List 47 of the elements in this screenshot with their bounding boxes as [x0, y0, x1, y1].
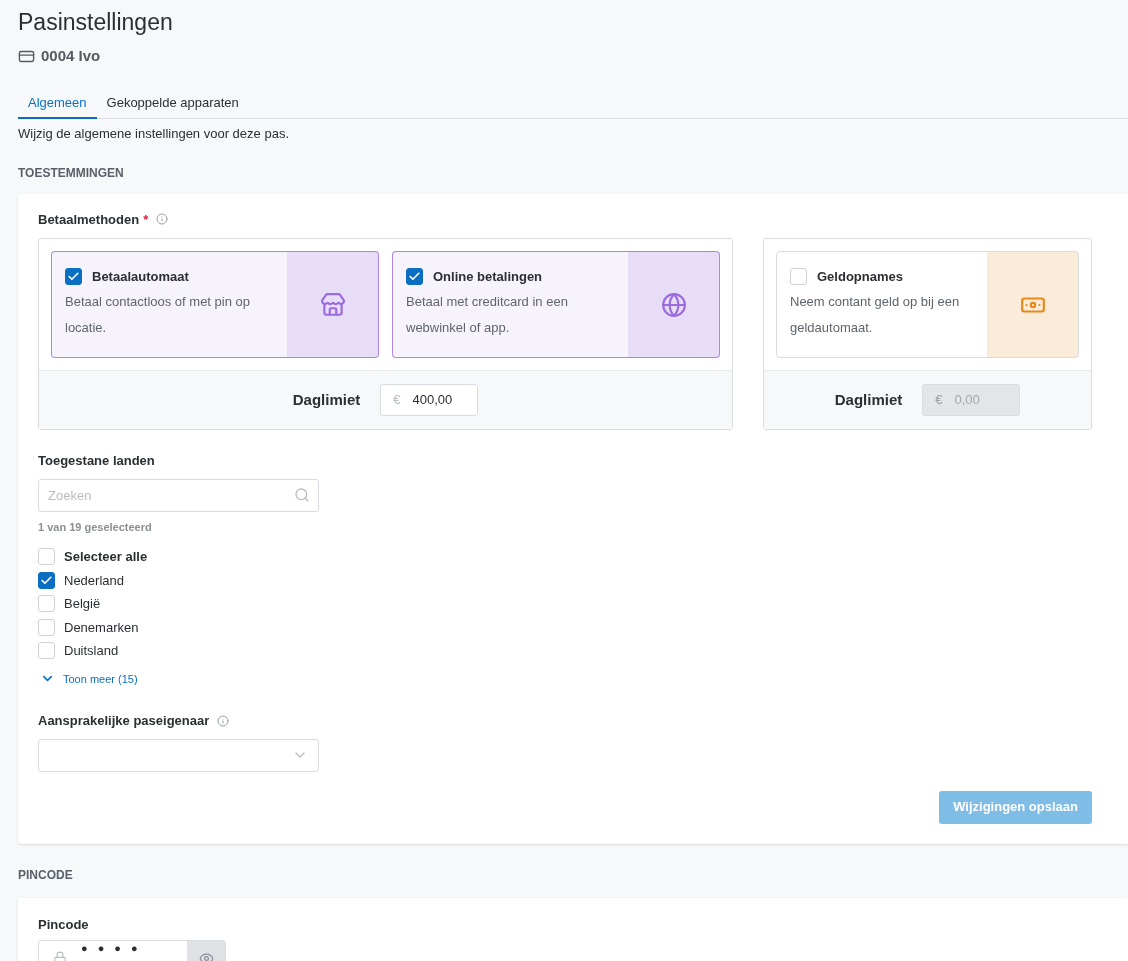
required-mark: *	[143, 210, 149, 229]
select-all-label: Selecteer alle	[64, 548, 148, 566]
checkbox[interactable]	[406, 268, 423, 286]
field-label: Pincode	[38, 915, 90, 934]
search-icon	[294, 486, 310, 503]
method-description: Betaal contactloos of met pin op locatie.	[65, 292, 251, 337]
show-more-link[interactable]: Toon meer (15)	[40, 670, 138, 687]
limit-value: 400,00	[412, 391, 453, 410]
pincode-value: ●●●●	[80, 943, 149, 954]
method-title: Online betalingen	[433, 268, 543, 286]
owner-select[interactable]	[38, 738, 319, 772]
limit-label: Daglimiet	[292, 389, 361, 410]
info-icon	[217, 714, 230, 727]
method-title: Geldopnames	[817, 268, 903, 286]
field-label: Betaalmethoden	[38, 210, 140, 229]
intro-text: Wijzig de algemene instellingen voor deze pas.	[18, 125, 290, 143]
country-label: Duitsland	[64, 642, 119, 660]
payment-method-card[interactable]: Online betalingen Betaal met creditcard in een webwinkel of app.	[392, 251, 720, 358]
info-icon	[156, 213, 169, 226]
tab[interactable]: Gekoppelde apparaten	[96, 87, 249, 119]
checkbox[interactable]	[65, 268, 82, 286]
limit-value: 0,00	[954, 391, 980, 410]
checkbox[interactable]	[38, 571, 55, 589]
country-label: België	[64, 595, 101, 613]
method-description: Neem contant geld op bij een geldautomaat.	[790, 292, 961, 337]
limit-field[interactable]: € 400,00	[380, 384, 479, 416]
currency-symbol: €	[935, 391, 943, 410]
pincode-field[interactable]: ●●●●	[38, 940, 226, 961]
lock-icon	[53, 951, 67, 961]
selection-count: 1 van 19 geselecteerd	[38, 519, 153, 535]
tab[interactable]: Algemeen	[18, 87, 97, 119]
eye-icon	[198, 950, 214, 961]
method-title: Betaalautomaat	[92, 268, 189, 286]
payment-method-card[interactable]: Betaalautomaat Betaal contactloos of met pin op locatie.	[51, 251, 379, 358]
section-heading: PINCODE	[18, 866, 74, 884]
country-label: Nederland	[64, 571, 124, 590]
check-icon	[40, 573, 53, 587]
field-label: Toegestane landen	[38, 452, 156, 470]
page-title: Pasinstellingen	[18, 8, 174, 37]
search-field[interactable]: Zoeken	[38, 478, 319, 512]
section-heading: TOESTEMMINGEN	[18, 164, 125, 182]
method-description: Betaal met creditcard in een webwinkel of app.	[406, 292, 569, 337]
country-label: Denemarken	[64, 618, 139, 637]
currency-symbol: €	[393, 391, 401, 410]
card-name: 0004 Ivo	[41, 46, 101, 66]
field-label: Aansprakelijke paseigenaar	[38, 712, 210, 730]
limit-label: Daglimiet	[834, 389, 903, 410]
